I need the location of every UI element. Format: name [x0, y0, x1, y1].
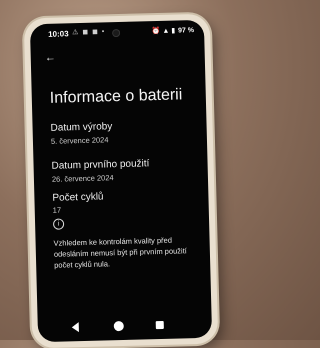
nav-home-icon[interactable]	[113, 320, 124, 332]
notification-icons: ⚠ ◼ ◼ •	[72, 28, 106, 37]
cycle-count-label: Počet cyklů	[52, 191, 104, 204]
alarm-wifi-signal-icons: ⏰ ▲ ▮	[151, 27, 176, 36]
info-icon: i	[52, 218, 65, 230]
arrow-back-icon: ←	[44, 51, 56, 64]
cycle-count-value: 17	[52, 205, 62, 215]
status-time: 10:03	[48, 29, 69, 39]
first-use-date-label: Datum prvního použití	[51, 158, 150, 172]
phone: 10:03 ⚠ ◼ ◼ • ⏰ ▲ ▮ 97 % ← Informace o b…	[23, 13, 219, 348]
manufacture-date-value: 5. července 2024	[50, 135, 109, 146]
info-note: Vzhledem ke kontrolám kvality před odesl…	[53, 235, 187, 270]
system-icons: ⏰ ▲ ▮ 97 %	[151, 26, 195, 36]
phone-screen: 10:03 ⚠ ◼ ◼ • ⏰ ▲ ▮ 97 % ← Informace o b…	[29, 19, 213, 343]
manufacture-date-label: Datum výroby	[50, 121, 113, 134]
back-button[interactable]: ←	[45, 52, 56, 64]
page-title: Informace o baterii	[49, 86, 183, 107]
status-bar: 10:03 ⚠ ◼ ◼ • ⏰ ▲ ▮ 97 %	[30, 24, 204, 43]
nav-back-icon[interactable]	[71, 322, 79, 333]
battery-percentage: 97 %	[178, 27, 195, 35]
navigation-bar	[38, 318, 212, 335]
front-camera	[112, 28, 121, 38]
first-use-date-value: 26. července 2024	[51, 173, 114, 184]
nav-recent-icon[interactable]	[155, 320, 164, 330]
